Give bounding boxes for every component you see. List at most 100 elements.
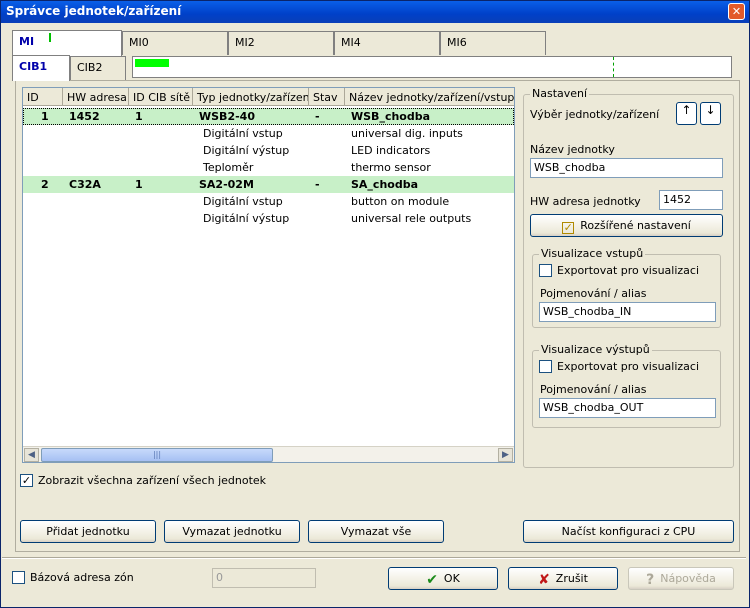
col-name[interactable]: Název jednotky/zařízení/vstupu/v xyxy=(345,88,514,106)
cib-usage-strip xyxy=(132,56,732,78)
row-type: WSB2-40 xyxy=(199,110,255,123)
row-id: 1 xyxy=(41,110,49,123)
row-type: Digitální vstup xyxy=(203,127,283,140)
row-name: button on module xyxy=(351,195,450,208)
table-row[interactable]: Digitální výstup LED indicators xyxy=(23,142,514,159)
hw-address-input[interactable]: 1452 xyxy=(659,190,723,210)
tab-mi0-label: MI0 xyxy=(129,36,149,49)
zone-base-input[interactable]: 0 xyxy=(212,568,316,588)
row-type: Digitální výstup xyxy=(203,144,290,157)
tab-cib1-label: CIB1 xyxy=(19,60,48,73)
row-id: 2 xyxy=(41,178,49,191)
row-state: - xyxy=(315,178,320,191)
close-button[interactable]: ✕ xyxy=(728,3,745,20)
row-hw: 1452 xyxy=(69,110,100,123)
tab-cib2-label: CIB2 xyxy=(77,61,103,74)
table-row[interactable]: Digitální vstup universal dig. inputs xyxy=(23,125,514,142)
settings-legend: Nastavení xyxy=(530,87,590,100)
arrow-up-icon: ↑ xyxy=(681,103,692,117)
row-name: SA_chodba xyxy=(351,178,419,191)
table-row[interactable]: Teploměr thermo sensor xyxy=(23,159,514,176)
row-cib: 1 xyxy=(135,178,143,191)
outputs-visualization-legend: Visualizace výstupů xyxy=(539,343,652,356)
ok-check-icon: ✔ xyxy=(426,572,438,588)
scroll-left-icon[interactable]: ◀ xyxy=(24,448,39,462)
ok-button[interactable]: ✔ OK xyxy=(388,567,498,590)
row-name: universal dig. inputs xyxy=(351,127,463,140)
tab-cib2[interactable]: CIB2 xyxy=(70,56,126,80)
advanced-settings-label: Rozšířené nastavení xyxy=(580,219,691,232)
hw-address-label: HW adresa jednotky xyxy=(530,195,641,208)
help-button[interactable]: ? Nápověda xyxy=(628,567,734,590)
show-all-checkbox[interactable]: ✓ xyxy=(20,474,33,487)
ok-label: OK xyxy=(443,572,460,585)
inputs-alias-input[interactable]: WSB_chodba_IN xyxy=(539,302,716,322)
cib-usage-fill xyxy=(135,59,169,67)
unit-name-input[interactable]: WSB_chodba xyxy=(530,158,723,178)
window-title: Správce jednotek/zařízení xyxy=(6,4,182,18)
delete-all-button[interactable]: Vymazat vše xyxy=(308,520,444,543)
load-config-button[interactable]: Načíst konfiguraci z CPU xyxy=(523,520,734,543)
table-row[interactable]: 2 C32A 1 SA2-02M - SA_chodba xyxy=(23,176,514,193)
scroll-thumb[interactable]: ||| xyxy=(41,448,273,462)
table-header: ID HW adresa ID CIB sítě Typ jednotky/za… xyxy=(23,88,514,106)
tab-mi-indicator xyxy=(49,33,51,42)
col-id[interactable]: ID xyxy=(23,88,63,106)
row-type: Teploměr xyxy=(203,161,254,174)
settings-check-icon: ✓ xyxy=(562,221,575,234)
unit-name-label: Název jednotky xyxy=(530,143,615,156)
inputs-alias-label: Pojmenování / alias xyxy=(540,287,647,300)
row-hw: C32A xyxy=(69,178,101,191)
row-type: Digitální výstup xyxy=(203,212,290,225)
tab-mi[interactable]: MI xyxy=(12,30,122,56)
tab-mi2[interactable]: MI2 xyxy=(228,31,334,55)
row-cib: 1 xyxy=(135,110,143,123)
export-inputs-label: Exportovat pro visualizaci xyxy=(557,264,700,277)
table-row[interactable]: 1 1452 1 WSB2-40 - WSB_chodba xyxy=(23,108,514,125)
delete-unit-button[interactable]: Vymazat jednotku xyxy=(164,520,300,543)
bottom-separator xyxy=(2,557,746,559)
row-name: WSB_chodba xyxy=(351,110,431,123)
col-state[interactable]: Stav xyxy=(309,88,345,106)
show-all-label: Zobrazit všechna zařízení všech jednotek xyxy=(38,474,267,487)
title-bar: Správce jednotek/zařízení ✕ xyxy=(1,1,749,23)
col-hw-address[interactable]: HW adresa xyxy=(63,88,129,106)
add-unit-button[interactable]: Přidat jednotku xyxy=(20,520,156,543)
col-type[interactable]: Typ jednotky/zařízení xyxy=(193,88,309,106)
tab-cib1[interactable]: CIB1 xyxy=(12,55,70,81)
export-outputs-checkbox[interactable] xyxy=(539,360,552,373)
horizontal-scrollbar[interactable]: ◀ ||| ▶ xyxy=(23,446,514,462)
outputs-alias-input[interactable]: WSB_chodba_OUT xyxy=(539,398,716,418)
col-cib-id[interactable]: ID CIB sítě xyxy=(129,88,193,106)
help-icon: ? xyxy=(646,572,655,588)
table-row[interactable]: Digitální výstup universal rele outputs xyxy=(23,210,514,227)
tab-mi6[interactable]: MI6 xyxy=(440,31,546,55)
row-name: thermo sensor xyxy=(351,161,431,174)
table-row[interactable]: Digitální vstup button on module xyxy=(23,193,514,210)
tab-mi4-label: MI4 xyxy=(341,36,361,49)
outputs-alias-label: Pojmenování / alias xyxy=(540,383,647,396)
row-type: Digitální vstup xyxy=(203,195,283,208)
zone-base-checkbox[interactable] xyxy=(12,571,25,584)
inputs-visualization-legend: Visualizace vstupů xyxy=(539,247,646,260)
cib-usage-marker xyxy=(613,57,614,77)
tab-mi-label: MI xyxy=(19,35,35,48)
export-outputs-label: Exportovat pro visualizaci xyxy=(557,360,700,373)
row-state: - xyxy=(315,110,320,123)
unit-select-label: Výběr jednotky/zařízení xyxy=(530,108,660,121)
units-table[interactable]: ID HW adresa ID CIB sítě Typ jednotky/za… xyxy=(22,87,515,463)
tab-mi0[interactable]: MI0 xyxy=(122,31,228,55)
tab-mi2-label: MI2 xyxy=(235,36,255,49)
tab-mi6-label: MI6 xyxy=(447,36,467,49)
zone-base-label: Bázová adresa zón xyxy=(30,571,134,584)
select-down-button[interactable]: ↓ xyxy=(700,102,721,125)
row-type: SA2-02M xyxy=(199,178,254,191)
scroll-right-icon[interactable]: ▶ xyxy=(498,448,513,462)
export-inputs-checkbox[interactable] xyxy=(539,264,552,277)
row-name: universal rele outputs xyxy=(351,212,472,225)
tab-mi4[interactable]: MI4 xyxy=(334,31,440,55)
select-up-button[interactable]: ↑ xyxy=(676,102,697,125)
cancel-button[interactable]: ✘ Zrušit xyxy=(508,567,618,590)
advanced-settings-button[interactable]: ✓ Rozšířené nastavení xyxy=(530,214,723,237)
arrow-down-icon: ↓ xyxy=(705,103,716,117)
